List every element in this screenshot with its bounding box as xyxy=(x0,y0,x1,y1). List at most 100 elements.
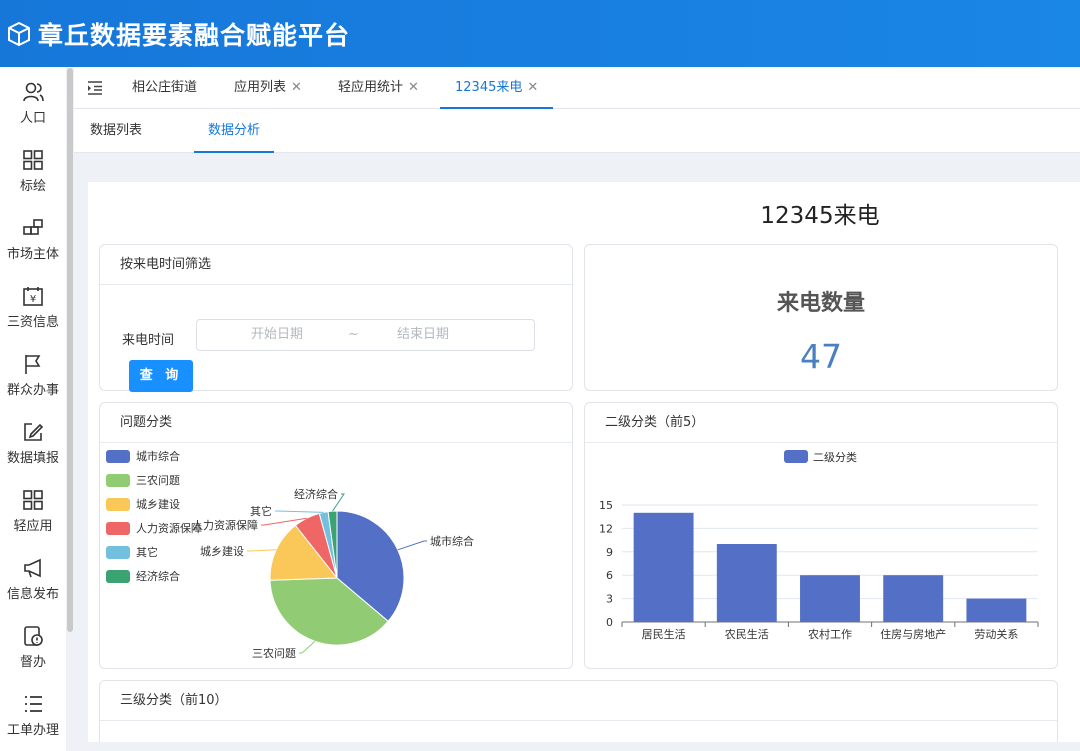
sidebar-item-light-apps[interactable]: 轻应用 xyxy=(0,475,66,543)
pie-label-line xyxy=(247,549,277,552)
apps-icon xyxy=(23,490,43,510)
flag-icon xyxy=(25,355,41,374)
tab-label: 轻应用统计 xyxy=(338,80,404,95)
tertiary-category-title: 三级分类（前10） xyxy=(100,681,1057,721)
filter-panel: 按来电时间筛选 来电时间 开始日期 ~ 结束日期 查 询 xyxy=(99,244,573,392)
subtab-bar: 数据列表 数据分析 xyxy=(74,109,1080,153)
sidebar-item-label: 三资信息 xyxy=(6,315,59,330)
bar[interactable] xyxy=(633,512,694,622)
sidebar-item-data-entry[interactable]: 数据填报 xyxy=(0,407,66,475)
y-tick-label: 15 xyxy=(599,499,613,512)
blocks-icon xyxy=(23,219,43,235)
tab-light-app-stats[interactable]: 轻应用统计 ✕ xyxy=(338,67,419,109)
query-button[interactable]: 查 询 xyxy=(129,360,193,392)
x-tick-label: 农民生活 xyxy=(725,627,769,641)
start-date-input[interactable]: 开始日期 xyxy=(251,320,303,350)
sidebar-item-publish[interactable]: 信息发布 xyxy=(0,543,66,611)
sidebar-item-label: 群众办事 xyxy=(6,383,59,398)
sidebar-item-label: 人口 xyxy=(19,111,46,126)
tab-12345-calls[interactable]: 12345来电 ✕ xyxy=(440,67,554,109)
sidebar-item-plotting[interactable]: 标绘 xyxy=(0,135,66,203)
date-range-separator: ~ xyxy=(348,327,359,342)
tab-app-list[interactable]: 应用列表 ✕ xyxy=(234,67,302,109)
pie-slice-label: 城乡建设 xyxy=(200,544,244,558)
platform-logo-icon xyxy=(8,21,30,46)
pie-slice-label: 三农问题 xyxy=(252,646,296,660)
sidebar-item-services[interactable]: 群众办事 xyxy=(0,339,66,407)
bar[interactable] xyxy=(883,575,944,622)
edit-icon xyxy=(24,423,44,441)
tab-bar: 相公庄街道 应用列表 ✕ 轻应用统计 ✕ 12345来电 ✕ xyxy=(74,67,1080,109)
calendar-yen-icon: ¥ xyxy=(23,287,43,306)
tab-label: 相公庄街道 xyxy=(132,80,198,95)
bar-legend-label: 二级分类 xyxy=(813,450,857,464)
secondary-category-bar-chart: 二级分类 0 3 6 9 12 15 居民生活 农民生活 农村工作 住房与房地产 劳动关系 xyxy=(599,450,1039,641)
list-icon xyxy=(25,696,42,712)
y-tick-label: 3 xyxy=(606,593,613,606)
x-tick-label: 农村工作 xyxy=(808,627,852,641)
close-icon[interactable]: ✕ xyxy=(527,80,538,95)
tab-label: 应用列表 xyxy=(234,80,287,95)
app-title: 章丘数据要素融合赋能平台 xyxy=(38,20,351,50)
filter-panel-title: 按来电时间筛选 xyxy=(100,245,572,285)
svg-text:¥: ¥ xyxy=(30,294,36,305)
call-time-label: 来电时间 xyxy=(122,333,175,348)
bar[interactable] xyxy=(716,544,777,622)
problem-category-pie-chart: 城市综合三农问题 城乡建设 人力资源保障其它 经济综合 xyxy=(192,487,474,660)
tertiary-category-panel: 三级分类（前10） xyxy=(99,680,1058,751)
bottom-strip xyxy=(74,742,1080,751)
sidebar-item-label: 轻应用 xyxy=(13,519,53,534)
sidebar-item-supervise[interactable]: 督办 xyxy=(0,611,66,679)
problem-category-panel: 问题分类 城市综合三农问题 城乡建设 人力资源保障 其它 经济综合 城市综合三农问题 城乡… xyxy=(99,402,573,669)
sidebar-item-label: 数据填报 xyxy=(6,451,59,466)
sidebar-item-label: 工单办理 xyxy=(6,723,59,738)
y-tick-label: 12 xyxy=(599,522,613,535)
sidebar-item-label: 信息发布 xyxy=(6,587,59,602)
subtab-data-analysis[interactable]: 数据分析 xyxy=(194,109,275,153)
sidebar-item-population[interactable]: 人口 xyxy=(0,67,66,135)
y-tick-label: 9 xyxy=(606,546,613,559)
pie-label-line xyxy=(397,540,427,551)
pie-slice-label: 其它 xyxy=(250,504,272,518)
pie-slice-label: 人力资源保障 xyxy=(192,518,258,532)
close-icon[interactable]: ✕ xyxy=(291,80,302,95)
bar[interactable] xyxy=(800,575,860,622)
sidebar-scrollbar[interactable] xyxy=(67,68,73,632)
x-tick-label: 劳动关系 xyxy=(974,627,1018,641)
problem-category-title: 问题分类 xyxy=(100,403,572,443)
bar-legend-swatch xyxy=(784,450,808,463)
sidebar-item-work-orders[interactable]: 工单办理 xyxy=(0,679,66,747)
sidebar-item-label: 市场主体 xyxy=(6,247,59,262)
date-range-picker[interactable]: 开始日期 ~ 结束日期 xyxy=(196,319,535,351)
analysis-content: 12345来电 按来电时间筛选 来电时间 开始日期 ~ 结束日期 查 询 来电数… xyxy=(88,182,1080,751)
bar[interactable] xyxy=(966,598,1027,622)
megaphone-icon xyxy=(24,558,41,578)
pie-label-line xyxy=(275,510,324,513)
secondary-category-title: 二级分类（前5） xyxy=(585,403,1057,443)
call-count-value: 47 xyxy=(800,337,842,376)
sidebar-item-assets[interactable]: ¥ 三资信息 xyxy=(0,271,66,339)
close-icon[interactable]: ✕ xyxy=(408,80,419,95)
tab-label: 12345来电 xyxy=(455,80,523,95)
end-date-input[interactable]: 结束日期 xyxy=(397,320,449,350)
sidebar-item-market[interactable]: 市场主体 xyxy=(0,203,66,271)
page-heading: 12345来电 xyxy=(760,203,880,229)
tab-xianggongzhuang[interactable]: 相公庄街道 xyxy=(132,67,197,109)
sidebar-item-label: 督办 xyxy=(19,655,46,670)
sidebar: 人口 标绘 市场主体 ¥ 三资信息 群众办事 数据填报 轻应用 信息发布 督办 … xyxy=(0,67,66,751)
menu-collapse-icon[interactable] xyxy=(86,79,104,97)
subtab-data-list[interactable]: 数据列表 xyxy=(90,109,142,153)
x-tick-label: 居民生活 xyxy=(642,627,686,641)
pie-slice-label: 经济综合 xyxy=(294,487,338,501)
people-icon xyxy=(23,82,44,102)
y-tick-label: 0 xyxy=(606,616,613,629)
secondary-category-panel: 二级分类（前5） 二级分类 0 3 6 9 12 15 居民生活 农民生活 农村工作 住房与房地产 劳… xyxy=(584,402,1058,669)
top-bar: 章丘数据要素融合赋能平台 xyxy=(0,0,1080,67)
pie-label-line xyxy=(299,640,316,654)
call-count-panel: 来电数量 47 xyxy=(584,244,1058,391)
supervise-icon xyxy=(24,626,43,646)
call-count-title: 来电数量 xyxy=(776,291,865,316)
grid-icon xyxy=(23,150,43,170)
x-tick-label: 住房与房地产 xyxy=(880,627,946,641)
pie-slice-label: 城市综合 xyxy=(430,534,474,548)
